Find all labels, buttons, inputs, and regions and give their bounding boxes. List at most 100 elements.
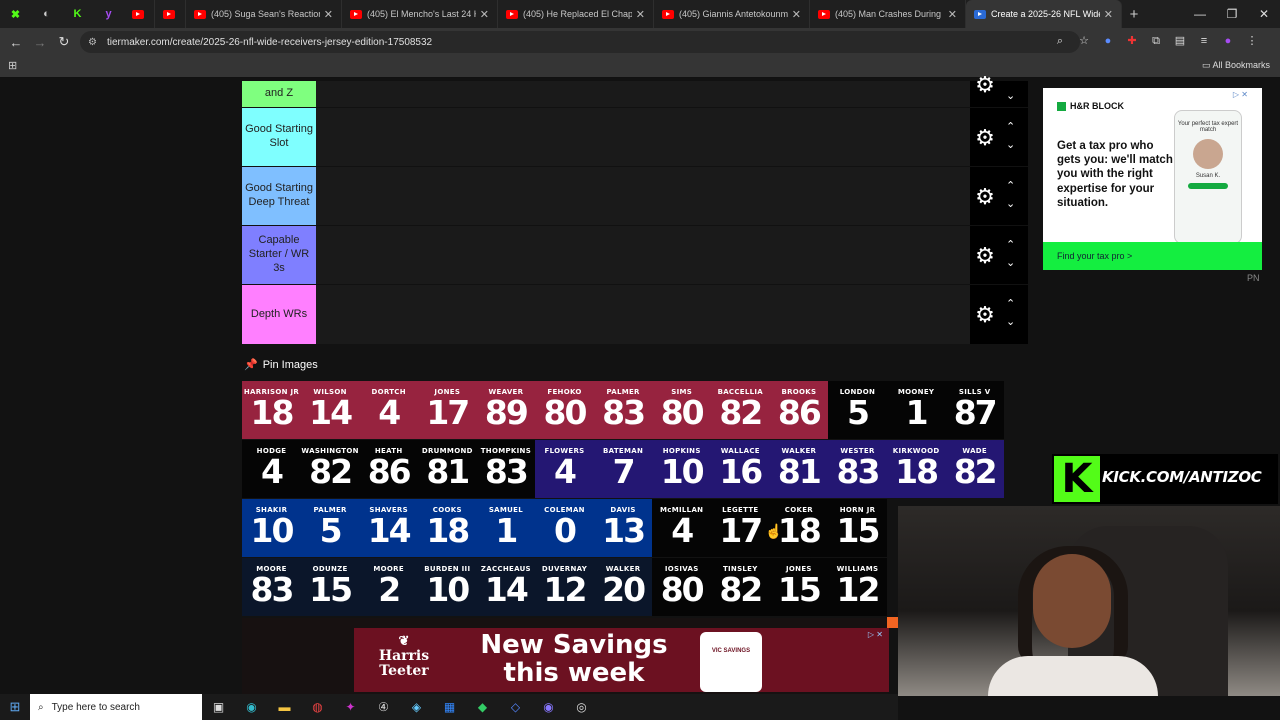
tab-active[interactable]: Create a 2025-26 NFL Wide Re ✕ [966, 0, 1122, 28]
jersey-card[interactable]: WESTER 83 [828, 440, 887, 498]
jersey-card[interactable]: SILLS V 87 [945, 381, 1005, 439]
jersey-card[interactable]: JONES 17 [417, 381, 477, 439]
tier-row[interactable]: and Z ⚙ ⌄ [242, 73, 1028, 107]
jersey-card[interactable]: DRUMMOND 81 [417, 440, 477, 498]
windows-start-icon[interactable]: ⊞ [0, 699, 30, 715]
file-explorer-icon[interactable]: ▬ [268, 700, 301, 714]
site-info-icon[interactable]: ⚙ [88, 37, 97, 48]
jersey-card[interactable]: MOONEY 1 [886, 381, 946, 439]
tier-label[interactable]: and Z [242, 81, 316, 107]
hr-block-ad[interactable]: ▷ ✕ H&R BLOCK Get a tax pro who gets you… [1043, 88, 1262, 270]
restore-icon[interactable]: ❐ [1216, 0, 1248, 28]
jersey-card[interactable]: WALLACE 16 [710, 440, 770, 498]
tier-row[interactable]: Capable Starter / WR 3s ⚙ ⌃ ⌄ [242, 225, 1028, 284]
taskbar-search[interactable]: ⌕ Type here to search [30, 694, 202, 720]
jersey-card[interactable]: PALMER 83 [593, 381, 653, 439]
tier-label[interactable]: Good Starting Deep Threat [242, 167, 316, 225]
jersey-card[interactable]: COOKS 18 [417, 499, 477, 557]
jersey-card[interactable]: SHAKIR 10 [242, 499, 301, 557]
pinned-tab[interactable]: ◐ [31, 0, 62, 28]
jersey-card[interactable]: WASHINGTON 82 [300, 440, 360, 498]
task-view-icon[interactable]: ▣ [202, 700, 235, 714]
jersey-card[interactable]: THOMPKINS 83 [476, 440, 536, 498]
steam-icon[interactable]: ◎ [565, 700, 598, 714]
chevron-up-icon[interactable]: ⌃ [1006, 239, 1015, 251]
jersey-card[interactable]: TINSLEY 82 [710, 558, 770, 616]
close-tab-icon[interactable]: ✕ [324, 8, 333, 21]
browser-tab[interactable]: (405) Giannis Antetokounmpo ✕ [654, 0, 810, 28]
back-icon[interactable]: ← [4, 35, 28, 50]
jersey-card[interactable]: BATEMAN 7 [593, 440, 653, 498]
tier-row[interactable]: Good Starting Deep Threat ⚙ ⌃ ⌄ [242, 166, 1028, 225]
jersey-card[interactable]: ODUNZE 15 [300, 558, 360, 616]
close-tab-icon[interactable]: ✕ [948, 8, 957, 21]
pin-images-toggle[interactable]: 📌 Pin Images [244, 358, 318, 372]
jersey-card[interactable]: DUVERNAY 12 [535, 558, 594, 616]
edge-icon[interactable]: ◉ [235, 700, 268, 714]
new-tab-icon[interactable]: + [1122, 6, 1146, 23]
chevron-up-icon[interactable]: ⌃ [1006, 299, 1015, 310]
extension-icon[interactable]: ✚ [1124, 33, 1140, 49]
tier-row[interactable]: Depth WRs ⚙ ⌃ ⌄ [242, 284, 1028, 344]
chevron-up-icon[interactable]: ⌃ [1006, 121, 1015, 133]
jersey-card[interactable]: WILSON 14 [300, 381, 360, 439]
menu-icon[interactable]: ⋮ [1244, 33, 1260, 49]
jersey-card[interactable]: McMILLAN 4 [652, 499, 712, 557]
profile-icon[interactable]: ● [1220, 33, 1236, 49]
jersey-card[interactable]: JONES 15 [769, 558, 829, 616]
calculator-icon[interactable]: ▦ [433, 700, 466, 714]
jersey-card[interactable]: WADE 82 [945, 440, 1005, 498]
jersey-card[interactable]: SHAVERS 14 [359, 499, 419, 557]
reload-icon[interactable]: ↻ [52, 34, 76, 50]
4k-app-icon[interactable]: ④ [367, 700, 400, 714]
browser-tab[interactable] [124, 0, 155, 28]
minimize-icon[interactable]: — [1184, 0, 1216, 28]
jersey-card[interactable]: PALMER 5 [300, 499, 360, 557]
gear-icon[interactable]: ⚙ [974, 244, 996, 267]
jersey-card[interactable]: WALKER 81 [769, 440, 829, 498]
browser-tab[interactable]: (405) Man Crashes During Poli ✕ [810, 0, 966, 28]
tier-label[interactable]: Depth WRs [242, 285, 316, 344]
jersey-card[interactable]: WEAVER 89 [476, 381, 536, 439]
sidebar-icon[interactable]: ▤ [1172, 33, 1188, 49]
extension-icon[interactable]: ● [1100, 33, 1116, 49]
jersey-card[interactable]: MOORE 83 [242, 558, 301, 616]
url-bar[interactable]: ⚙ tiermaker.com/create/2025-26-nfl-wide-… [80, 31, 1080, 53]
bookmark-star-icon[interactable]: ☆ [1076, 33, 1092, 49]
chevron-down-icon[interactable]: ⌄ [1006, 90, 1015, 102]
chevron-down-icon[interactable]: ⌄ [1006, 317, 1015, 328]
harris-teeter-ad[interactable]: ❦ Harris Teeter New Savings this week VI… [354, 628, 889, 692]
jersey-card[interactable]: SIMS 80 [652, 381, 712, 439]
gear-icon[interactable]: ⚙ [974, 304, 996, 326]
app-icon[interactable]: ✦ [334, 700, 367, 714]
pinned-tab[interactable]: y [93, 0, 124, 28]
jersey-card[interactable]: BACCELLIA 82 [710, 381, 770, 439]
forward-icon[interactable]: → [28, 35, 52, 50]
chevron-up-icon[interactable]: ⌃ [1006, 180, 1015, 192]
jersey-card[interactable]: DORTCH 4 [359, 381, 419, 439]
jersey-card[interactable]: LEGETTE 17 [710, 499, 770, 557]
chrome-icon[interactable]: ◍ [301, 700, 334, 714]
all-bookmarks-button[interactable]: ▭ All Bookmarks [1202, 60, 1270, 71]
jersey-card[interactable]: COLEMAN 0 [535, 499, 594, 557]
ad-choices-icon[interactable]: ▷ ✕ [1233, 90, 1248, 99]
jersey-card[interactable]: SAMUEL 1 [476, 499, 536, 557]
jersey-card[interactable]: LONDON 5 [828, 381, 887, 439]
jersey-card[interactable]: HORN JR 15 [828, 499, 887, 557]
pinned-tab[interactable]: K [62, 0, 93, 28]
jersey-card[interactable]: FEHOKO 80 [535, 381, 594, 439]
jersey-card[interactable]: HODGE 4 [242, 440, 301, 498]
jersey-card[interactable]: BURDEN III 10 [417, 558, 477, 616]
jersey-card[interactable]: HOPKINS 10 [652, 440, 712, 498]
app-icon[interactable]: ◇ [499, 700, 532, 714]
close-tab-icon[interactable]: ✕ [1104, 8, 1113, 21]
jersey-card[interactable]: WILLIAMS 12 [828, 558, 887, 616]
jersey-card[interactable]: IOSIVAS 80 [652, 558, 712, 616]
browser-tab[interactable] [155, 0, 186, 28]
jersey-card[interactable]: DAVIS 13 [593, 499, 653, 557]
close-window-icon[interactable]: ✕ [1248, 0, 1280, 28]
gear-icon[interactable]: ⚙ [974, 126, 996, 149]
pinned-tab[interactable]: ✖ [0, 0, 31, 28]
apps-grid-icon[interactable]: ⊞ [8, 59, 17, 72]
jersey-card[interactable]: MOORE 2 [359, 558, 419, 616]
